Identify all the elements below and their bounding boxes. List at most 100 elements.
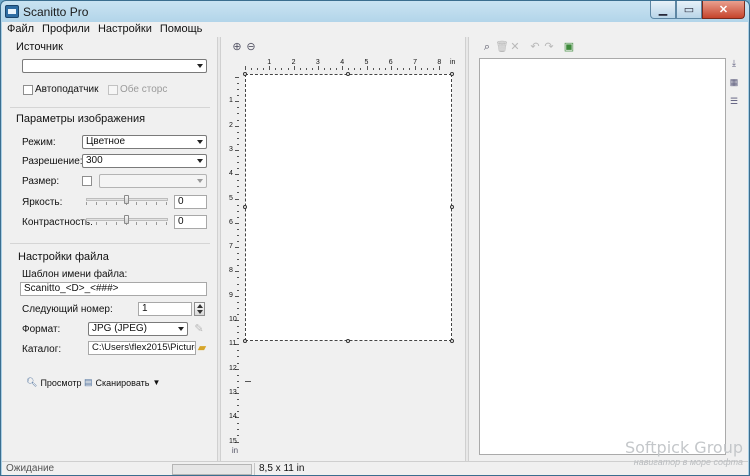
watermark-line1: Softpick Group: [624, 438, 743, 457]
pdf-document-icon[interactable]: ▦: [728, 77, 740, 91]
ruler-tick: [237, 204, 239, 206]
ruler-tick: [427, 68, 429, 70]
pdf-export-icon[interactable]: ⤓: [728, 58, 740, 72]
crop-handle[interactable]: [450, 72, 454, 76]
ruler-tick: [237, 131, 239, 133]
ruler-tick: [237, 289, 239, 291]
format-options-icon[interactable]: ✎: [193, 323, 205, 335]
ruler-tick: [237, 405, 239, 407]
ruler-label: 9: [229, 291, 233, 299]
ruler-tick: [378, 68, 380, 70]
divider: [10, 107, 210, 108]
ruler-label: 8: [437, 59, 442, 66]
ruler-tick: [384, 68, 386, 70]
ruler-tick: [235, 149, 239, 151]
ruler-tick: [237, 350, 239, 352]
crop-handle[interactable]: [243, 72, 247, 76]
menu-help[interactable]: Помощь: [155, 22, 206, 37]
ruler-tick: [237, 143, 239, 145]
crop-handle[interactable]: [450, 339, 454, 343]
bed-edge-marker: [245, 381, 251, 382]
contrast-slider-thumb[interactable]: [124, 215, 129, 224]
chevron-down-icon: [178, 327, 184, 331]
ruler-tick: [251, 68, 253, 70]
filename-template-input[interactable]: Scanitto_<D>_<###>: [20, 282, 207, 296]
scan-button[interactable]: ▤ Сканировать ▼: [84, 377, 160, 388]
crop-handle[interactable]: [243, 339, 247, 343]
menu-file[interactable]: Файл: [2, 22, 37, 37]
ruler-tick: [237, 380, 239, 382]
next-number-stepper[interactable]: [194, 302, 205, 316]
brightness-input[interactable]: 0: [174, 195, 207, 209]
ruler-tick: [293, 66, 295, 70]
ruler-tick: [235, 174, 239, 176]
close-icon[interactable]: ✕: [509, 41, 521, 53]
undo-icon[interactable]: ↶: [529, 41, 541, 53]
ruler-tick: [281, 68, 283, 70]
ruler-tick: [237, 398, 239, 400]
ruler-tick: [330, 68, 332, 70]
caret-down-icon[interactable]: ▼: [152, 378, 160, 387]
preview-button[interactable]: 🔍︎ Просмотр: [26, 377, 82, 388]
ruler-tick: [237, 313, 239, 315]
ruler-tick: [237, 326, 239, 328]
thumbnail-view[interactable]: [479, 58, 726, 455]
image-settings-icon[interactable]: ☰: [728, 96, 740, 110]
duplex-checkbox[interactable]: [108, 85, 118, 95]
ruler-tick: [415, 66, 417, 70]
close-button[interactable]: ✕: [702, 1, 745, 19]
ruler-tick: [237, 253, 239, 255]
crop-handle[interactable]: [346, 339, 350, 343]
redo-icon[interactable]: ↷: [543, 41, 555, 53]
duplex-label: Обе сторс: [120, 84, 168, 95]
resolution-select[interactable]: 300: [82, 154, 207, 168]
mode-select[interactable]: Цветное: [82, 135, 207, 149]
minimize-button[interactable]: ▁: [650, 1, 676, 19]
ruler-tick: [275, 68, 277, 70]
maximize-button[interactable]: ▭: [676, 1, 702, 19]
folder-input[interactable]: C:\Users\flex2015\Pictures\Scar: [88, 341, 196, 355]
ruler-tick: [237, 259, 239, 261]
ruler-label: 12: [229, 364, 237, 372]
chevron-down-icon: [197, 64, 203, 68]
magnifier-icon: 🔍︎: [26, 377, 38, 387]
zoom-in-icon[interactable]: ⊕: [231, 41, 243, 53]
ruler-label: 8: [229, 267, 233, 275]
ruler-tick: [348, 68, 350, 70]
horizontal-ruler: in 1 2 3 4 5 6 7 8: [245, 59, 456, 70]
ruler-tick: [237, 435, 239, 437]
title-bar: Scanitto Pro ▁ ▭ ✕: [1, 1, 749, 23]
ruler-tick: [237, 283, 239, 285]
crop-handle[interactable]: [450, 205, 454, 209]
add-page-icon[interactable]: ▣: [563, 41, 575, 53]
format-select[interactable]: JPG (JPEG): [88, 322, 188, 336]
device-select[interactable]: [22, 59, 207, 73]
autofeeder-checkbox[interactable]: [23, 85, 33, 95]
folder-icon[interactable]: ▰: [196, 342, 208, 354]
ruler-tick: [237, 137, 239, 139]
size-checkbox[interactable]: [82, 176, 92, 186]
ruler-tick: [439, 66, 441, 70]
scan-page[interactable]: [245, 74, 452, 341]
menu-profiles[interactable]: Профили: [37, 22, 93, 37]
scan-button-label: Сканировать: [95, 377, 150, 388]
crop-handle[interactable]: [346, 72, 350, 76]
ruler-tick: [421, 68, 423, 70]
ruler-tick: [237, 180, 239, 182]
brightness-slider-thumb[interactable]: [124, 195, 129, 204]
search-page-icon[interactable]: ⌕: [481, 41, 493, 53]
ruler-label: 2: [291, 59, 296, 66]
size-select[interactable]: [99, 174, 207, 188]
crop-handle[interactable]: [243, 205, 247, 209]
ruler-tick: [263, 68, 265, 70]
zoom-out-icon[interactable]: ⊖: [245, 41, 257, 53]
next-number-input[interactable]: 1: [138, 302, 192, 316]
trash-icon[interactable]: 🗑︎: [495, 41, 509, 53]
resolution-select-value: 300: [86, 155, 103, 166]
ruler-label: 5: [364, 59, 369, 66]
ruler-tick: [237, 277, 239, 279]
contrast-input[interactable]: 0: [174, 215, 207, 229]
menu-settings[interactable]: Настройки: [93, 22, 155, 37]
ruler-label: 6: [229, 218, 233, 226]
ruler-label: 10: [229, 316, 237, 323]
